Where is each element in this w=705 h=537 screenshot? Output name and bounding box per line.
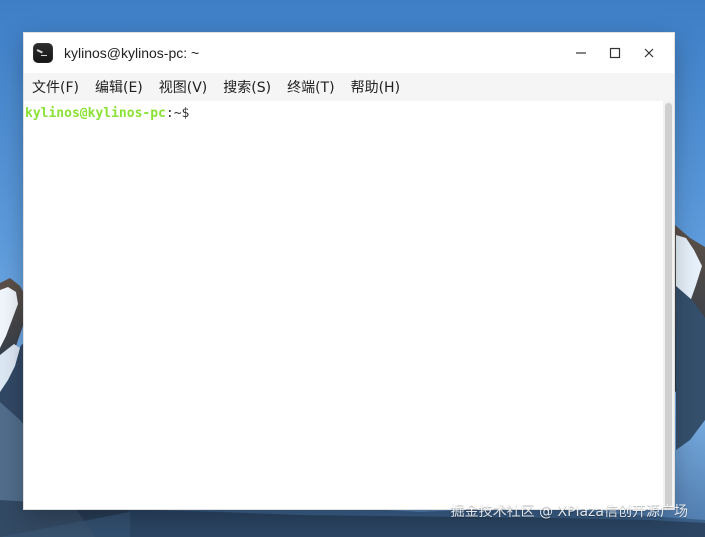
prompt-separator: : — [165, 106, 174, 121]
vertical-scrollbar[interactable] — [663, 101, 674, 509]
minimize-icon — [576, 52, 586, 54]
menu-search[interactable]: 搜索(S) — [223, 77, 271, 97]
prompt-user-host: kylinos@kylinos-pc — [25, 106, 166, 121]
terminal-app-icon — [33, 43, 53, 63]
menu-terminal[interactable]: 终端(T) — [287, 77, 334, 97]
close-button[interactable] — [632, 36, 666, 70]
prompt-symbol: $ — [181, 106, 190, 121]
close-icon — [644, 48, 654, 58]
maximize-icon — [609, 47, 621, 59]
watermark-text: 掘金技术社区 @ XPlaza信创开源广场 — [450, 504, 688, 520]
prompt-line: kylinos@kylinos-pc:~$ — [24, 105, 664, 123]
menubar: 文件(F) 编辑(E) 视图(V) 搜索(S) 终端(T) 帮助(H) — [24, 73, 674, 101]
terminal-output[interactable]: kylinos@kylinos-pc:~$ — [24, 101, 664, 509]
maximize-button[interactable] — [598, 36, 632, 70]
menu-help[interactable]: 帮助(H) — [351, 77, 400, 97]
menu-view[interactable]: 视图(V) — [159, 77, 208, 97]
titlebar: kylinos@kylinos-pc: ~ — [24, 33, 674, 73]
minimize-button[interactable] — [564, 36, 598, 70]
prompt-directory: ~ — [173, 106, 182, 121]
window-controls — [564, 36, 666, 70]
scrollbar-thumb[interactable] — [665, 103, 672, 508]
terminal-window: kylinos@kylinos-pc: ~ 文件(F) 编辑(E) 视图(V) … — [23, 32, 675, 510]
window-title: kylinos@kylinos-pc: ~ — [64, 45, 200, 61]
menu-file[interactable]: 文件(F) — [32, 77, 79, 97]
menu-edit[interactable]: 编辑(E) — [95, 77, 143, 97]
